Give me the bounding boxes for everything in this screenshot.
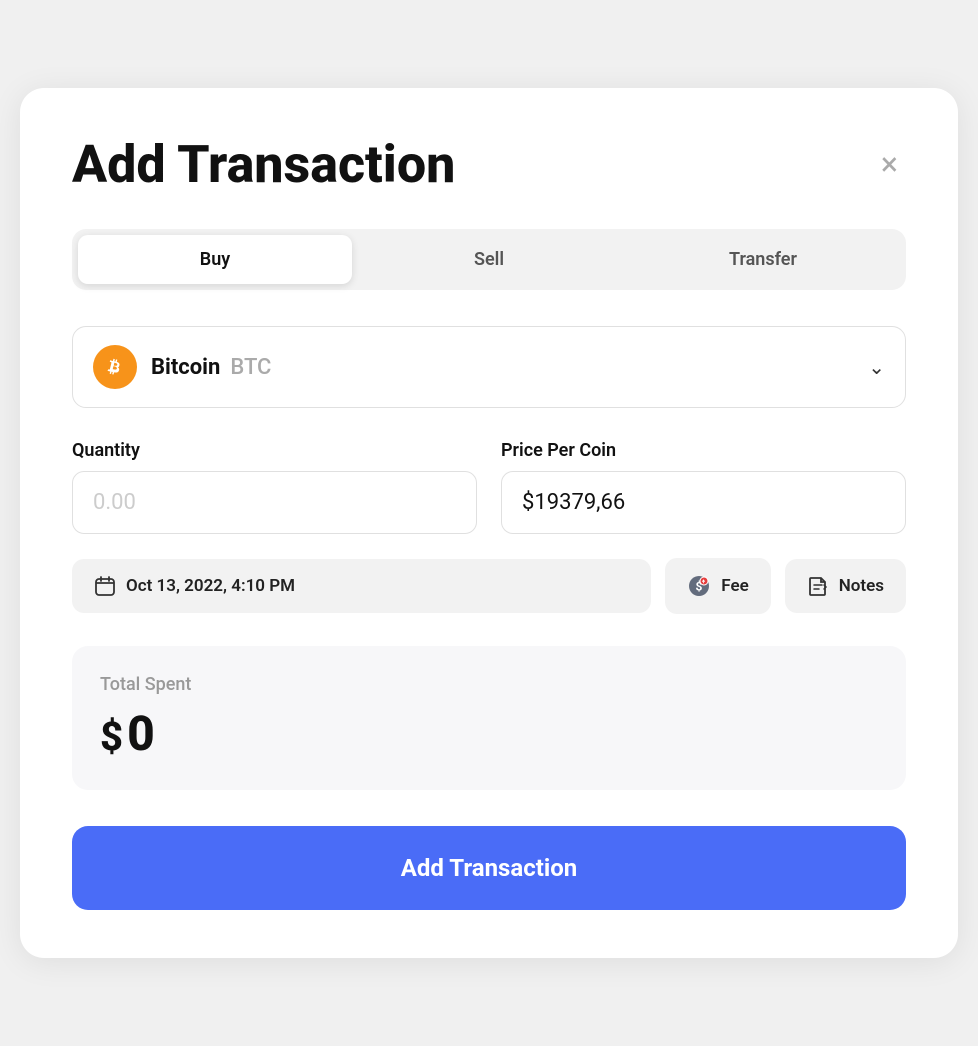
modal-header: Add Transaction × — [72, 136, 906, 193]
add-transaction-modal: Add Transaction × Buy Sell Transfer Bitc… — [20, 88, 958, 958]
coin-selector[interactable]: Bitcoin BTC ⌄ — [72, 326, 906, 408]
modal-title: Add Transaction — [72, 136, 455, 193]
action-row: Oct 13, 2022, 4:10 PM $ Fee — [72, 558, 906, 614]
quantity-price-row: Quantity Price Per Coin — [72, 440, 906, 534]
total-currency-symbol: $ — [100, 713, 123, 760]
total-section: Total Spent $ 0 — [72, 646, 906, 790]
close-button[interactable]: × — [873, 144, 906, 184]
total-amount: 0 — [127, 705, 155, 762]
transaction-type-tabs: Buy Sell Transfer — [72, 229, 906, 290]
total-label: Total Spent — [100, 674, 878, 695]
notes-label: Notes — [839, 576, 884, 596]
total-value: $ 0 — [100, 705, 878, 762]
coin-icon — [93, 345, 137, 389]
price-label: Price Per Coin — [501, 440, 906, 461]
fee-button[interactable]: $ Fee — [665, 558, 770, 614]
quantity-label: Quantity — [72, 440, 477, 461]
date-label: Oct 13, 2022, 4:10 PM — [126, 576, 295, 596]
date-button[interactable]: Oct 13, 2022, 4:10 PM — [72, 559, 651, 613]
fee-icon: $ — [687, 574, 711, 598]
tab-transfer[interactable]: Transfer — [626, 235, 900, 284]
price-input[interactable] — [501, 471, 906, 534]
bitcoin-icon — [102, 354, 128, 380]
tab-buy[interactable]: Buy — [78, 235, 352, 284]
notes-icon — [807, 575, 829, 597]
quantity-input[interactable] — [72, 471, 477, 534]
notes-button[interactable]: Notes — [785, 559, 906, 613]
add-transaction-button[interactable]: Add Transaction — [72, 826, 906, 910]
price-group: Price Per Coin — [501, 440, 906, 534]
tab-sell[interactable]: Sell — [352, 235, 626, 284]
fee-label: Fee — [721, 576, 748, 596]
calendar-icon — [94, 575, 116, 597]
quantity-group: Quantity — [72, 440, 477, 534]
chevron-down-icon: ⌄ — [868, 355, 885, 379]
coin-symbol: BTC — [230, 355, 271, 380]
coin-name: Bitcoin — [151, 355, 220, 380]
